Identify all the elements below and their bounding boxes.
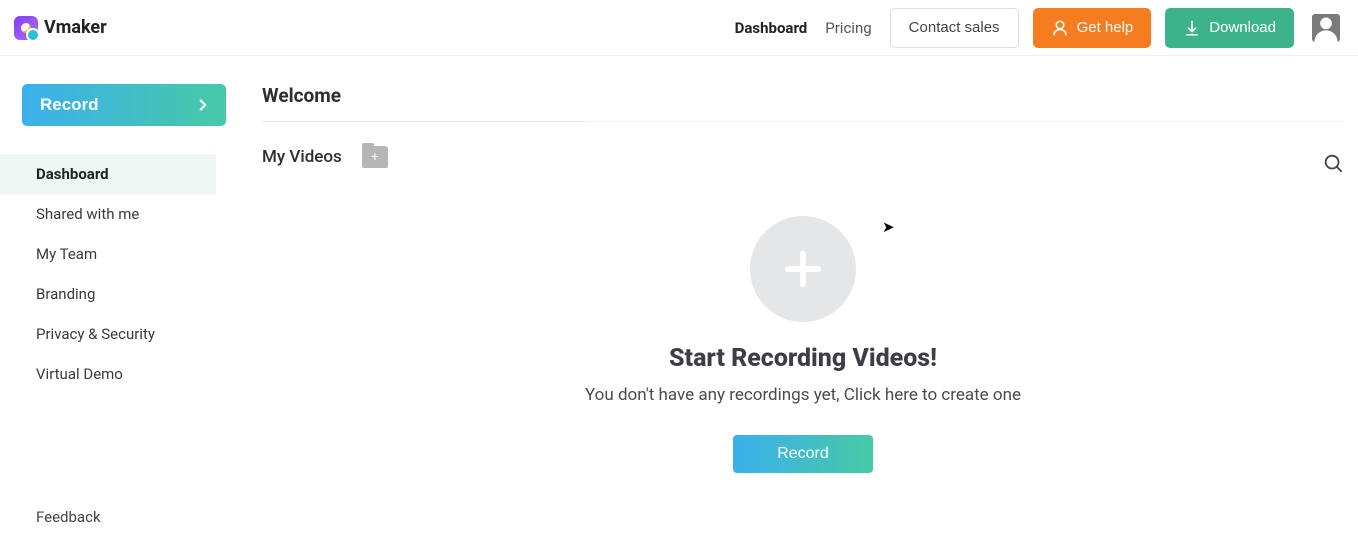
record-cta-label: Record: [777, 445, 829, 462]
sidebar-item-branding[interactable]: Branding: [0, 274, 232, 314]
sidebar-item-label: Shared with me: [36, 205, 139, 223]
get-help-label: Get help: [1077, 19, 1134, 36]
sidebar-item-virtual-demo[interactable]: Virtual Demo: [0, 354, 232, 394]
feedback-label: Feedback: [36, 508, 101, 526]
empty-subtitle: You don't have any recordings yet, Click…: [585, 385, 1021, 405]
topbar-right: Dashboard Pricing Contact sales Get help…: [735, 8, 1340, 48]
contact-sales-button[interactable]: Contact sales: [890, 8, 1019, 48]
logo-icon: [14, 16, 38, 40]
feedback-link[interactable]: Feedback: [0, 508, 232, 538]
get-help-button[interactable]: Get help: [1033, 8, 1152, 48]
divider: [588, 121, 1344, 122]
record-primary-button[interactable]: Record: [22, 84, 226, 126]
chevron-right-icon: [194, 96, 212, 114]
sidebar: Record Dashboard Shared with me My Team …: [0, 56, 232, 538]
start-recording-circle[interactable]: [750, 216, 856, 322]
search-icon: [1322, 152, 1344, 174]
main-content: Welcome My Videos + Start Recording Vide…: [232, 56, 1358, 538]
logo[interactable]: Vmaker: [14, 16, 107, 40]
empty-state: Start Recording Videos! You don't have a…: [262, 216, 1344, 473]
record-cta-button[interactable]: Record: [733, 435, 873, 473]
avatar[interactable]: [1312, 14, 1340, 42]
sidebar-item-dashboard[interactable]: Dashboard: [0, 154, 216, 194]
contact-sales-label: Contact sales: [909, 19, 1000, 36]
sidebar-item-label: My Team: [36, 245, 97, 263]
sidebar-item-label: Branding: [36, 285, 95, 303]
section-title: My Videos: [262, 147, 342, 167]
headset-icon: [1051, 19, 1069, 37]
sidebar-item-label: Virtual Demo: [36, 365, 123, 383]
sidebar-item-team[interactable]: My Team: [0, 234, 232, 274]
empty-title: Start Recording Videos!: [669, 344, 937, 373]
download-button[interactable]: Download: [1165, 8, 1294, 48]
sidebar-item-label: Dashboard: [36, 165, 109, 183]
nav-links: Dashboard Pricing: [735, 19, 872, 37]
page-title: Welcome: [262, 84, 588, 122]
download-label: Download: [1209, 19, 1276, 36]
search-button[interactable]: [1320, 150, 1346, 176]
record-primary-label: Record: [40, 95, 99, 115]
sidebar-item-label: Privacy & Security: [36, 325, 155, 343]
nav-link-dashboard[interactable]: Dashboard: [735, 19, 808, 37]
logo-text: Vmaker: [44, 17, 107, 38]
nav-link-pricing[interactable]: Pricing: [825, 19, 871, 37]
topbar: Vmaker Dashboard Pricing Contact sales G…: [0, 0, 1358, 56]
plus-icon: +: [371, 151, 378, 164]
plus-icon: [780, 246, 826, 292]
sidebar-item-shared[interactable]: Shared with me: [0, 194, 232, 234]
new-folder-button[interactable]: +: [362, 146, 388, 168]
download-icon: [1183, 19, 1201, 37]
sidebar-item-privacy[interactable]: Privacy & Security: [0, 314, 232, 354]
